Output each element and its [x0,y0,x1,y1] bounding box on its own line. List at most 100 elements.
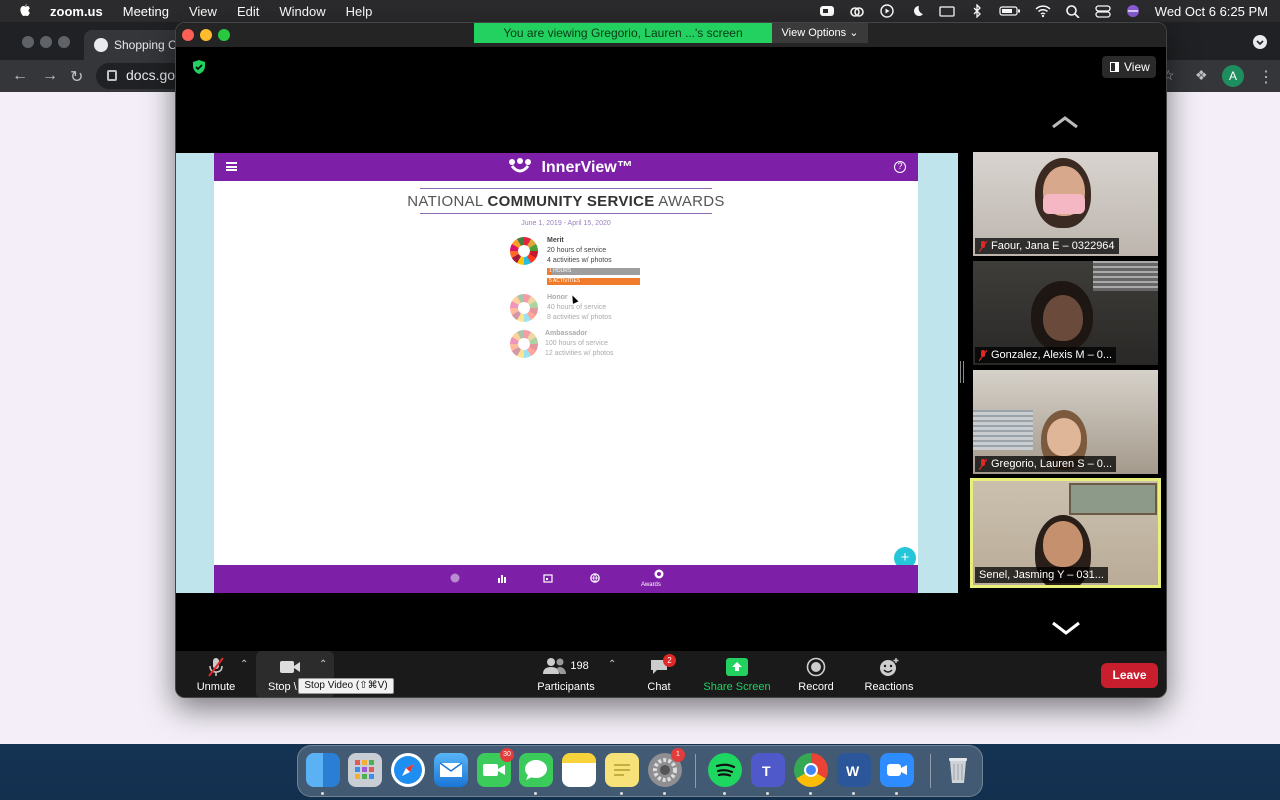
participant-name-tag: Senel, Jasming Y – 031... [975,567,1108,583]
zoom-window-icon[interactable] [58,36,70,48]
viewing-banner: You are viewing Gregorio, Lauren ...'s s… [474,23,772,43]
control-center-icon[interactable] [1095,4,1111,18]
launchpad-icon[interactable] [348,753,382,787]
participant-video-tile[interactable]: Faour, Jana E – 0322964 [973,152,1158,256]
tier-hours: 20 hours of service [547,247,607,254]
moon-icon[interactable] [909,4,925,18]
teams-icon[interactable]: T [751,753,785,787]
bluetooth-icon[interactable] [969,4,985,18]
finder-icon[interactable] [306,753,340,787]
menu-app-name[interactable]: zoom.us [50,4,103,19]
record-button[interactable]: Record [794,651,838,697]
word-icon[interactable]: W [837,753,871,787]
scroll-up-arrow-icon[interactable] [1051,115,1079,129]
tier-name: Merit [547,237,564,244]
envelope-icon [439,762,463,777]
active-speaker-tile[interactable]: Senel, Jasming Y – 031... [970,478,1161,588]
notes-icon[interactable] [562,753,596,787]
zoom-icon[interactable] [880,753,914,787]
zoom-status-icon[interactable] [819,4,835,18]
title-rule-bottom [420,213,712,214]
battery-icon[interactable] [999,4,1021,18]
tier-name: Ambassador [545,330,588,337]
profile-avatar[interactable]: A [1222,65,1244,87]
running-indicator [723,792,726,795]
minimize-icon[interactable] [40,36,52,48]
audio-options-caret-icon[interactable]: ⌃ [240,659,248,670]
participants-button[interactable]: 198 Participants [530,651,602,697]
spotify-icon[interactable] [708,753,742,787]
video-options-caret-icon[interactable]: ⌃ [319,659,327,670]
share-screen-button[interactable]: Share Screen [699,651,775,697]
chrome-icon[interactable] [794,753,828,787]
fullscreen-icon[interactable] [218,29,230,41]
participants-icon [543,658,567,674]
running-indicator [321,792,324,795]
menu-clock[interactable]: Wed Oct 6 6:25 PM [1155,4,1268,19]
participants-options-caret-icon[interactable]: ⌃ [608,659,616,670]
menu-help[interactable]: Help [346,4,373,19]
keyboard-icon[interactable] [939,4,955,18]
running-indicator [766,792,769,795]
shared-screen[interactable]: InnerView™ ? NATIONAL COMMUNITY SERVICE … [176,128,958,618]
reload-icon[interactable]: ↻ [70,67,83,87]
panel-resize-handle[interactable] [960,361,964,383]
spotify-waves-icon [715,763,736,777]
unmute-button[interactable]: Unmute [190,651,242,697]
favicon-icon [94,38,108,52]
award-title: NATIONAL COMMUNITY SERVICE AWARDS [214,193,918,210]
mouse-cursor-icon [569,294,579,304]
window-blinds [1093,261,1158,291]
close-icon[interactable] [182,29,194,41]
running-indicator [663,792,666,795]
facetime-badge: 30 [500,748,514,762]
title-rule-top [420,188,712,189]
forward-icon[interactable]: → [42,67,58,85]
leave-button[interactable]: Leave [1101,663,1158,688]
messages-icon[interactable] [519,753,553,787]
scroll-down-arrow-icon[interactable] [1051,621,1081,635]
innerview-logo-icon [509,158,531,173]
mac-dock: 30 1 T W [297,745,983,797]
extensions-icon[interactable]: ❖ [1195,67,1208,84]
trash-icon[interactable] [941,753,975,787]
safari-icon[interactable] [391,753,425,787]
apple-icon[interactable] [17,3,33,19]
view-options-dropdown[interactable]: View Options ⌄ [772,23,868,43]
chrome-menu-icon[interactable]: ⋮ [1258,67,1274,87]
menu-edit[interactable]: Edit [237,4,259,19]
menu-window[interactable]: Window [279,4,325,19]
svg-text:W: W [846,763,860,779]
awards-nav-label: Awards [641,582,661,588]
menu-extras: Wed Oct 6 6:25 PM [819,0,1268,22]
participant-video-tile[interactable]: Gregorio, Lauren S – 0... [973,370,1158,474]
play-icon[interactable] [879,4,895,18]
menu-view[interactable]: View [189,4,217,19]
wifi-icon[interactable] [1035,4,1051,18]
innerview-logo: InnerView™ [509,158,633,177]
tab-search-icon[interactable] [1253,35,1267,49]
stickies-icon[interactable] [605,753,639,787]
minimize-icon[interactable] [200,29,212,41]
view-button[interactable]: View [1102,56,1156,78]
teams-logo-icon: T [762,763,771,779]
chat-button[interactable]: 2 Chat [638,651,680,697]
close-icon[interactable] [22,36,34,48]
video-camera-icon [280,661,300,673]
back-icon[interactable]: ← [12,67,28,85]
trash-can-icon [949,758,967,783]
spotlight-search-icon[interactable] [1065,4,1081,18]
sdg-wheel-icon [510,294,538,322]
mail-icon[interactable] [434,753,468,787]
siri-icon[interactable] [1125,4,1141,18]
activities-progress-label: 5 ACTIVITIES [549,278,581,284]
participant-face [1043,295,1083,341]
menu-meeting[interactable]: Meeting [123,4,169,19]
security-shield-icon[interactable] [191,59,207,75]
chat-unread-badge: 2 [663,654,676,667]
participant-name: Gonzalez, Alexis M – 0... [991,349,1113,361]
tier-hours: 100 hours of service [545,340,609,347]
creative-cloud-icon[interactable] [849,4,865,18]
reactions-button[interactable]: Reactions [862,651,916,697]
participant-video-tile[interactable]: Gonzalez, Alexis M – 0... [973,261,1158,365]
